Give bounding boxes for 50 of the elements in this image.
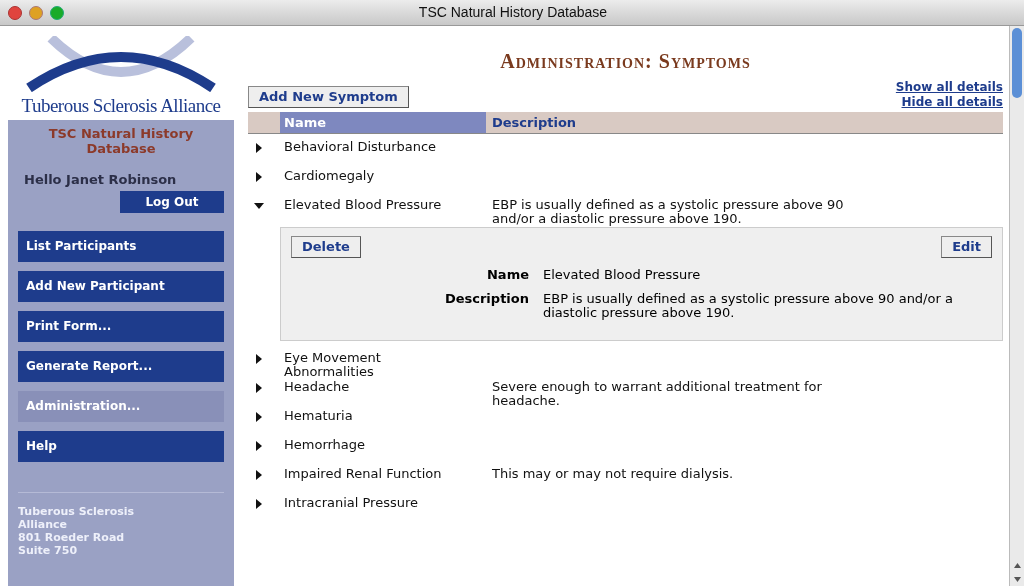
symptom-name[interactable]: Intracranial Pressure [280,496,486,510]
minimize-button[interactable] [29,5,43,20]
symptom-name[interactable]: Headache [280,380,486,394]
page-title: Administration: Symptoms [499,49,752,74]
close-button[interactable] [8,5,22,20]
address-line: Tuberous Sclerosis [18,504,136,518]
symptom-name[interactable]: Impaired Renal Function [280,467,486,481]
symptom-name[interactable]: Behavioral Disturbance [280,140,486,154]
symptom-name[interactable]: Cardiomegaly [280,169,486,183]
triangle-right-icon[interactable] [254,172,264,182]
field-value: EBP is usually defined as a systolic pressure above 90 and/or a diastolic pressure above 190. [543,292,954,320]
triangle-right-icon[interactable] [254,383,264,393]
field-label: Name [486,268,530,282]
symptom-name[interactable]: Elevated Blood Pressure [280,198,486,212]
triangle-right-icon[interactable] [254,143,264,153]
address-line: 801 Roeder Road [18,530,126,544]
edit-button[interactable]: Edit [941,236,992,258]
address-line: Alliance [18,517,69,531]
nav-button[interactable]: List Participants [18,230,224,262]
details-link[interactable]: Hide all details [901,95,1003,110]
column-header[interactable]: Description [486,112,1003,133]
symptom-description: This may or may not require dialysis. [491,467,735,481]
scrollbar[interactable] [1009,26,1024,586]
symptom-description: EBP is usually defined as a systolic pressure above 90 and/or a diastolic pressure above 190. [491,198,845,226]
triangle-right-icon[interactable] [254,499,264,509]
symptom-name[interactable]: Hematuria [280,409,486,423]
triangle-down-icon[interactable] [254,201,264,211]
details-link[interactable]: Show all details [895,80,1003,95]
triangle-right-icon[interactable] [254,470,264,480]
triangle-right-icon[interactable] [254,412,264,422]
nav-button[interactable]: Print Form... [18,310,224,342]
symptom-name[interactable]: Hemorrhage [280,438,486,452]
field-label: Description [443,292,530,308]
logo-text: Tuberous Sclerosis Alliance [21,94,221,118]
nav-button[interactable]: Help [18,430,224,462]
delete-button[interactable]: Delete [291,236,361,258]
symptom-name[interactable]: Eye Movement Abnormalities [280,351,486,379]
triangle-right-icon[interactable] [254,441,264,451]
field-value: Elevated Blood Pressure [543,268,702,282]
add-symptom-button[interactable]: Add New Symptom [248,86,409,108]
nav-button[interactable]: Generate Report... [18,350,224,382]
logout-button[interactable]: Log Out [120,190,224,213]
triangle-right-icon[interactable] [254,354,264,364]
address-line: Suite 750 [18,543,79,557]
greeting-text: Hello Janet Robinson [24,171,178,189]
nav-button[interactable]: Add New Participant [18,270,224,302]
window-title: TSC Natural History Database [417,3,609,22]
symptom-description: Severe enough to warrant additional treatment for headache. [491,380,823,408]
scrollbar-thumb[interactable] [1012,28,1022,98]
app-title: TSC Natural History Database [47,126,195,156]
